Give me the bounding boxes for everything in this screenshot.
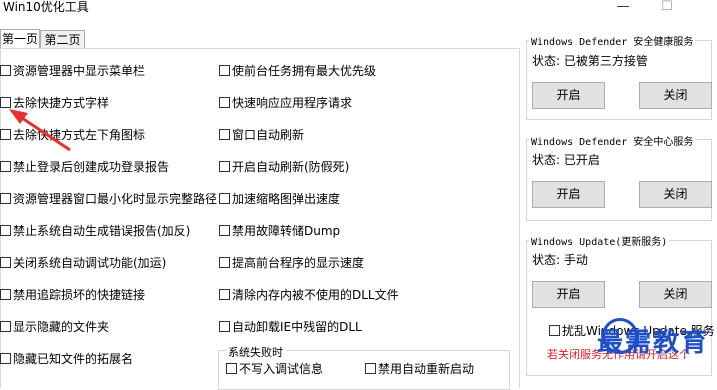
arrow-shaft: [15, 112, 71, 152]
annotation-arrow-icon: [9, 109, 71, 152]
